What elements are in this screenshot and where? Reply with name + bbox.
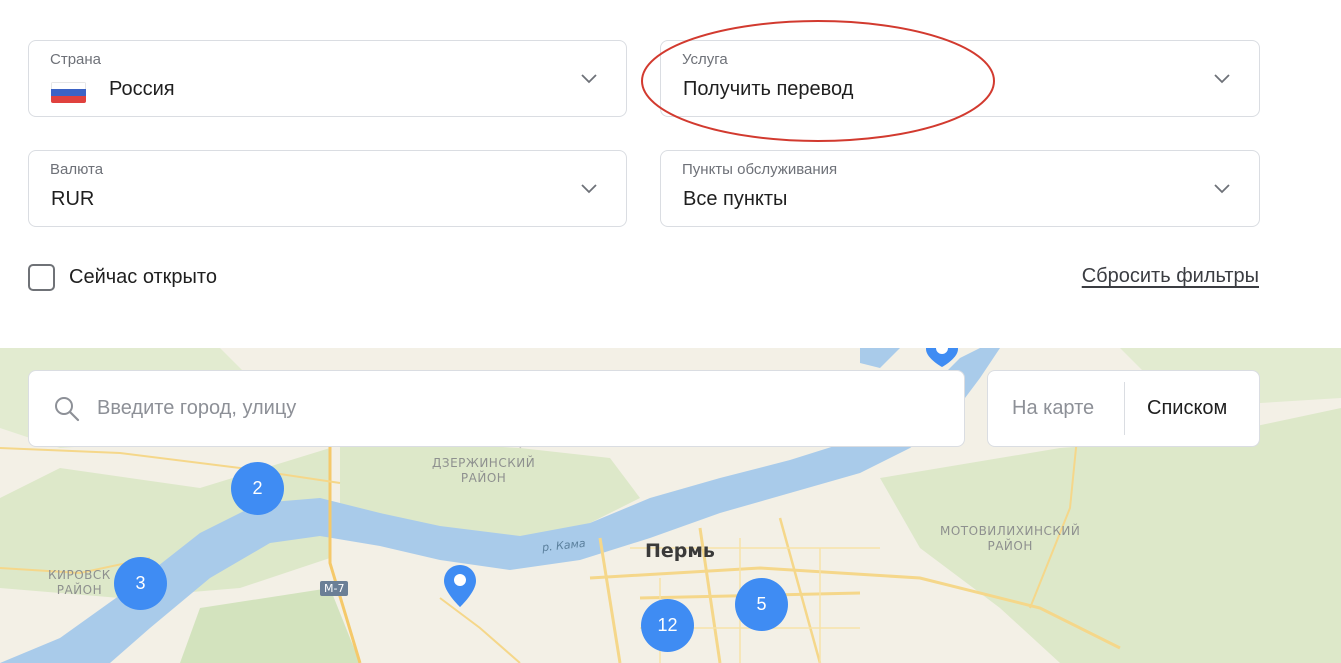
map-district-label: ДЗЕРЖИНСКИЙ РАЙОН	[432, 456, 536, 485]
chevron-down-icon	[581, 74, 597, 84]
open-now-checkbox[interactable]: Сейчас открыто	[28, 263, 217, 291]
map-cluster-marker[interactable]: 3	[114, 557, 167, 610]
chevron-down-icon	[581, 184, 597, 194]
map-district-label: КИРОВСК РАЙОН	[48, 568, 111, 597]
map-district-label: МОТОВИЛИХИНСКИЙ РАЙОН	[940, 524, 1081, 553]
country-label: Страна	[50, 51, 102, 68]
annotation-ellipse	[641, 20, 995, 142]
view-list-option[interactable]: Списком	[1125, 371, 1227, 446]
chevron-down-icon	[1214, 74, 1230, 84]
chevron-down-icon	[1214, 184, 1230, 194]
checkbox-box[interactable]	[28, 263, 55, 291]
currency-select[interactable]: Валюта RUR	[28, 150, 627, 227]
map-highway-badge: М-7	[320, 581, 349, 596]
map-cluster-marker[interactable]: 5	[735, 578, 788, 631]
country-select[interactable]: Страна Россия	[28, 40, 627, 117]
service-points-label: Пункты обслуживания	[682, 161, 838, 178]
country-value: Россия	[109, 78, 175, 100]
map-cluster-marker[interactable]: 2	[231, 462, 284, 515]
map-search-bar[interactable]	[28, 370, 965, 447]
map-pin-icon[interactable]	[443, 564, 477, 608]
service-points-select[interactable]: Пункты обслуживания Все пункты	[660, 150, 1260, 227]
reset-filters-link[interactable]: Сбросить фильтры	[1082, 265, 1259, 288]
service-points-value: Все пункты	[683, 188, 788, 210]
search-icon	[55, 396, 80, 421]
russia-flag-icon	[51, 82, 86, 103]
map-cluster-marker[interactable]: 12	[641, 599, 694, 652]
open-now-label: Сейчас открыто	[69, 265, 217, 288]
map-city-label: Пермь	[645, 540, 715, 562]
view-map-option[interactable]: На карте	[988, 371, 1124, 446]
currency-value: RUR	[51, 188, 95, 210]
map[interactable]: ДЗЕРЖИНСКИЙ РАЙОН МОТОВИЛИХИНСКИЙ РАЙОН …	[0, 348, 1341, 663]
view-toggle[interactable]: На карте Списком	[987, 370, 1260, 447]
currency-label: Валюта	[50, 161, 104, 178]
search-input[interactable]	[97, 397, 917, 420]
map-pin-icon[interactable]	[925, 348, 959, 368]
